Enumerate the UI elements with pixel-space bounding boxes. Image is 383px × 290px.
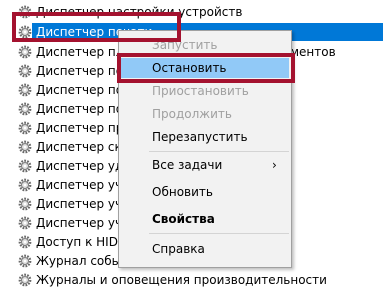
menu-item-label: Перезапустить [152,130,248,144]
service-name: Диспетчер удо [36,159,131,173]
menu-item-label: Приостановить [152,84,249,98]
menu-separator [149,151,289,152]
service-name: Диспетчер уче [36,178,130,192]
menu-item-resume[interactable]: Продолжить [119,103,291,125]
service-name: Доступ к HID-у [36,235,130,249]
menu-item-label: Все задачи [152,158,223,172]
service-name: Диспетчер ска [36,140,130,154]
annotation-highlight-stop [117,53,295,83]
service-gear-icon [18,159,32,173]
service-gear-icon [18,273,32,287]
menu-item-label: Справка [152,242,205,256]
annotation-highlight-service [12,12,181,42]
service-gear-icon [18,64,32,78]
menu-item-label: Обновить [152,185,213,199]
chevron-right-icon: › [272,158,277,172]
service-gear-icon [18,216,32,230]
menu-item-label: Продолжить [152,107,232,121]
service-gear-icon [18,235,32,249]
overflow-text-row: ментов [290,42,383,62]
service-name: Диспетчер про [36,121,131,135]
menu-item-properties[interactable]: Свойства [119,208,291,230]
service-gear-icon [18,140,32,154]
service-gear-icon [18,83,32,97]
menu-item-refresh[interactable]: Обновить [119,181,291,203]
menu-item-all-tasks[interactable]: Все задачи › [119,154,291,176]
menu-separator [149,233,289,234]
service-name: Диспетчер уче [36,197,130,211]
service-gear-icon [18,102,32,116]
service-gear-icon [18,254,32,268]
service-gear-icon [18,197,32,211]
service-name: Журнал событ [36,254,129,268]
service-name: Журналы и оповещения производительности [36,273,327,287]
menu-item-pause[interactable]: Приостановить [119,80,291,102]
menu-item-help[interactable]: Справка [119,238,291,260]
service-gear-icon [18,178,32,192]
service-name-overflow: ментов [290,45,336,59]
service-row[interactable]: Журналы и оповещения производительности [0,270,383,290]
service-gear-icon [18,121,32,135]
menu-item-label: Свойства [152,212,215,226]
service-gear-icon [18,45,32,59]
menu-item-restart[interactable]: Перезапустить [119,126,291,148]
service-name: Диспетчер пол [36,102,131,116]
service-name: Диспетчер уче [36,216,130,230]
